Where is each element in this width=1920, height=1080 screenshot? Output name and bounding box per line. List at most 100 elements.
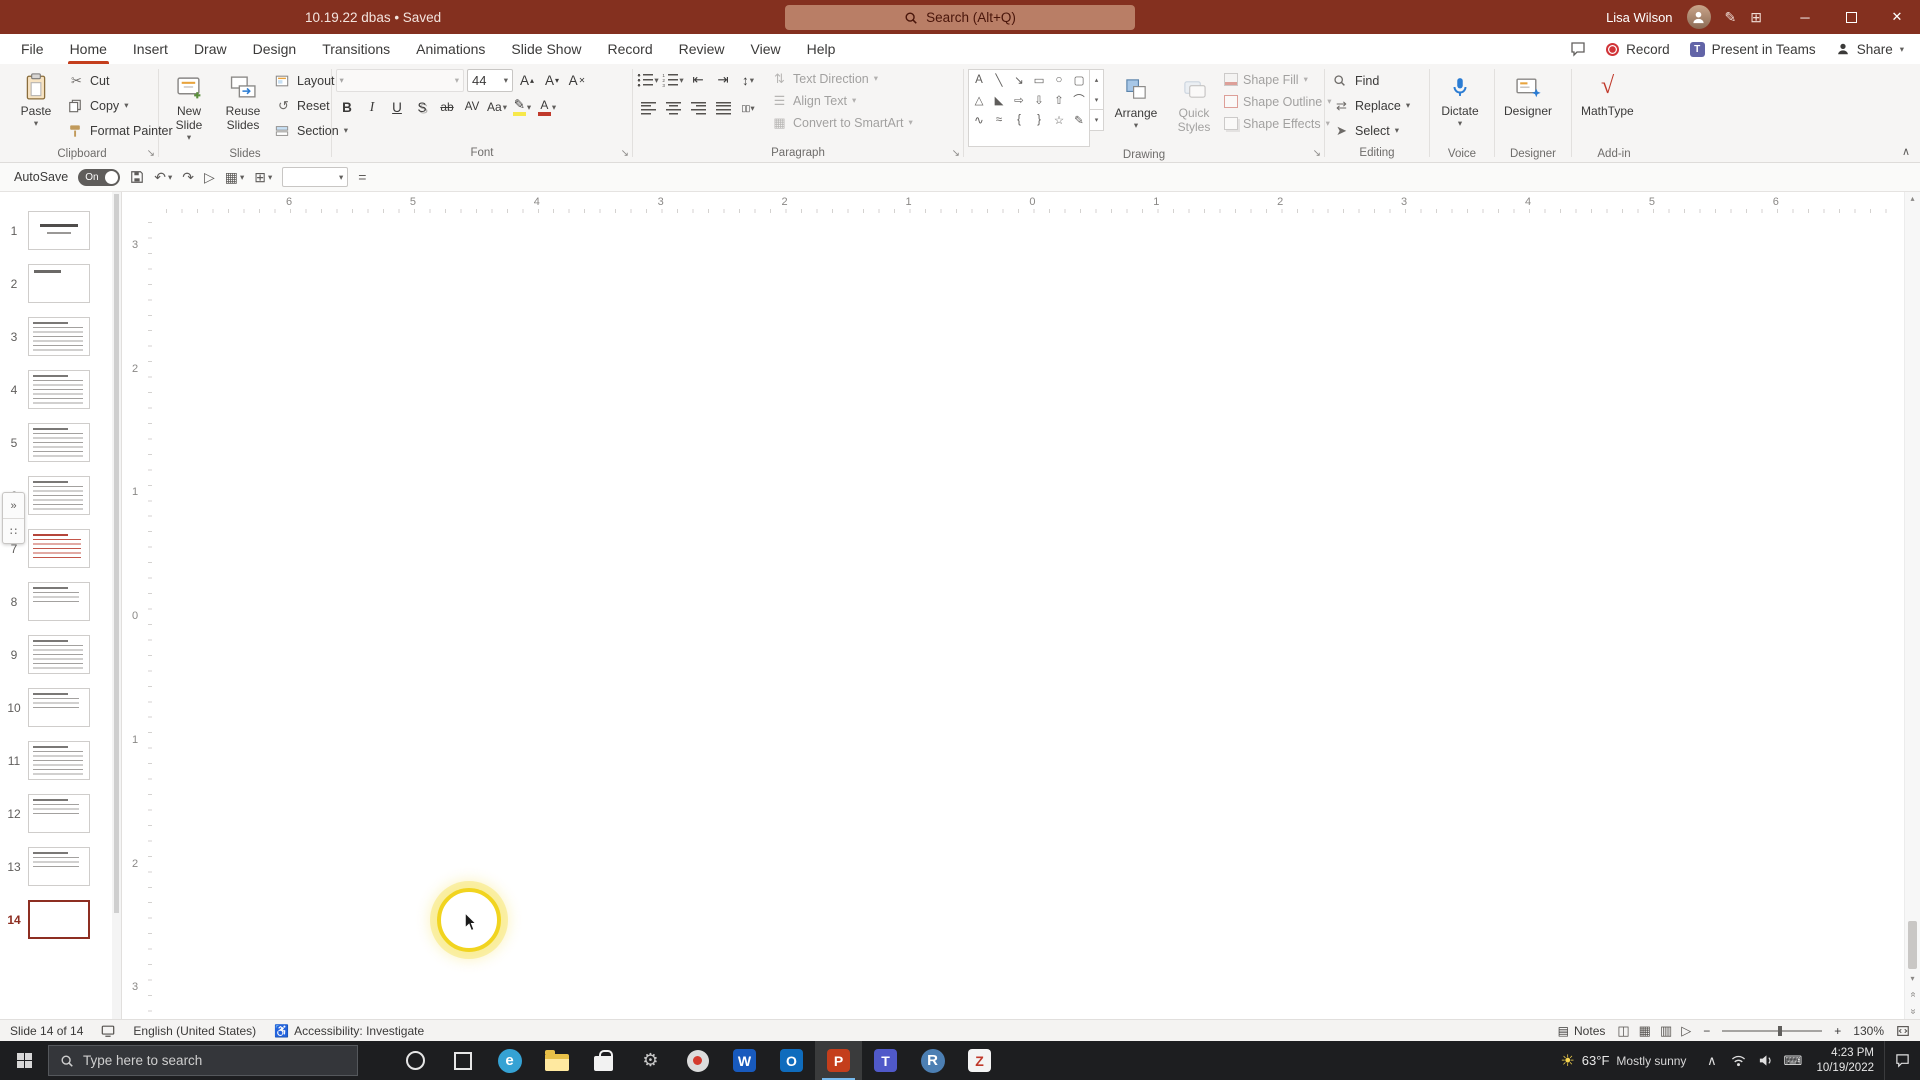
slide-thumbnail[interactable] [28,900,90,939]
slide-thumbnail[interactable] [28,582,90,621]
shape-icon[interactable]: ◣ [989,90,1009,110]
tab-design[interactable]: Design [240,34,310,64]
taskbar-settings[interactable]: ⚙ [627,1041,674,1080]
taskbar-screen-recorder[interactable] [674,1041,721,1080]
slide-thumbnail-row[interactable]: 9 [0,628,121,681]
zoom-slider[interactable] [1722,1025,1823,1036]
tab-transitions[interactable]: Transitions [309,34,403,64]
dialog-launcher-icon[interactable]: ↘ [1313,148,1321,159]
close-button[interactable]: ✕ [1874,0,1920,34]
gallery-down-icon[interactable]: ▾ [1090,90,1103,110]
volume-icon[interactable] [1752,1041,1779,1080]
next-slide-icon[interactable]: « [1907,1009,1918,1015]
maximize-button[interactable] [1828,0,1874,34]
bold-button[interactable]: B [336,96,358,118]
shape-icon[interactable]: ↘ [1009,70,1029,90]
line-spacing-button[interactable]: ↕ ▾ [737,69,759,91]
convert-to-smartart-button[interactable]: ▦ Convert to SmartArt ▾ [771,113,912,132]
zoom-in-icon[interactable]: + [1834,1024,1841,1038]
shape-icon[interactable]: ○ [1049,70,1069,90]
change-case-button[interactable]: Aa ▾ [486,96,508,118]
slide-thumbnail-row[interactable]: 11 [0,734,121,787]
collapse-ribbon-icon[interactable]: ∧ [1902,145,1910,158]
shape-outline-button[interactable]: Shape Outline ▾ [1224,92,1332,111]
record-button[interactable]: Record [1606,42,1670,57]
shape-effects-button[interactable]: Shape Effects ▾ [1224,114,1332,133]
slide-thumbnail[interactable] [28,847,90,886]
paste-button[interactable]: Paste ▾ [10,67,62,145]
floating-toolbar[interactable]: » ∷ [2,492,25,544]
notification-center-icon[interactable] [1884,1041,1920,1080]
increase-indent-button[interactable]: ⇥ [712,69,734,91]
shape-icon[interactable]: ▢ [1069,70,1089,90]
weather-widget[interactable]: ☀ 63°F Mostly sunny [1548,1041,1698,1080]
shape-icon[interactable]: ✎ [1069,110,1089,130]
slide-sorter-icon[interactable]: ▦ [1639,1023,1651,1039]
gridlines-button[interactable]: ▦ ▾ [225,169,245,186]
decrease-indent-button[interactable]: ⇤ [687,69,709,91]
tab-file[interactable]: File [8,34,57,64]
start-button[interactable] [0,1041,48,1080]
slide-thumbnail-row[interactable]: 4 [0,363,121,416]
language-indicator[interactable]: English (United States) [133,1024,256,1038]
slide-thumbnail-row[interactable]: 13 [0,840,121,893]
insert-table-button[interactable]: ⊞ ▾ [254,169,272,186]
slide-thumbnail-row[interactable]: 12 [0,787,121,840]
dialog-launcher-icon[interactable]: ↘ [952,148,960,159]
shape-fill-button[interactable]: Shape Fill ▾ [1224,70,1332,89]
replace-button[interactable]: ⇄ Replace ▾ [1329,93,1414,118]
notes-button[interactable]: ▤ Notes [1558,1024,1606,1038]
shape-icon[interactable]: ⇩ [1029,90,1049,110]
scrollbar-thumb[interactable] [114,194,119,914]
slide-thumbnail-row[interactable]: 1 [0,204,121,257]
slide-thumbnail[interactable] [28,529,90,568]
start-from-beginning-button[interactable]: ▷ [204,169,215,186]
tab-insert[interactable]: Insert [120,34,181,64]
text-highlight-button[interactable]: ✎ ▾ [511,96,533,118]
new-slide-button[interactable]: New Slide ▾ [163,67,215,145]
shape-icon[interactable]: ⇨ [1009,90,1029,110]
slide-thumbnail-row[interactable]: 5 [0,416,121,469]
scroll-up-icon[interactable]: ▴ [1910,194,1914,203]
taskbar-teams[interactable]: T [862,1041,909,1080]
character-spacing-button[interactable]: AV [461,96,483,118]
present-in-teams-button[interactable]: T Present in Teams [1689,41,1816,57]
bullets-button[interactable]: ▾ [637,69,659,91]
scroll-down-icon[interactable]: ▾ [1910,974,1914,983]
columns-button[interactable]: ▯▯ ▾ [737,97,759,119]
shape-icon[interactable]: A [969,70,989,90]
thumbnail-scrollbar[interactable] [112,192,121,1019]
font-name-combo[interactable]: ▾ [336,69,464,92]
vertical-scrollbar[interactable]: ▴ ▾ « « [1904,192,1920,1019]
shape-icon[interactable]: } [1029,110,1049,130]
shape-icon[interactable]: ☆ [1049,110,1069,130]
shape-icon[interactable]: ╲ [989,70,1009,90]
align-text-button[interactable]: ☰ Align Text ▾ [771,91,913,110]
normal-view-icon[interactable]: ◫ [1617,1023,1629,1039]
save-button[interactable] [130,170,144,184]
editing-mode-icon[interactable]: ✎ [1725,9,1737,26]
slide-thumbnail[interactable] [28,635,90,674]
avatar[interactable] [1686,5,1711,29]
zoom-slider-thumb[interactable] [1778,1025,1783,1036]
designer-button[interactable]: Designer [1499,67,1557,145]
font-color-button[interactable]: A ▾ [536,96,558,118]
decrease-font-size-button[interactable]: A ▾ [541,70,563,92]
tab-home[interactable]: Home [57,34,120,64]
tab-help[interactable]: Help [794,34,849,64]
tab-view[interactable]: View [738,34,794,64]
clear-formatting-button[interactable]: A ✕ [566,70,588,92]
search-box[interactable]: Search (Alt+Q) [785,5,1135,30]
zoom-out-icon[interactable]: − [1703,1024,1710,1038]
dialog-launcher-icon[interactable]: ↘ [147,148,155,159]
align-center-button[interactable] [662,97,684,119]
shape-icon[interactable]: △ [969,90,989,110]
underline-button[interactable]: U [386,96,408,118]
strikethrough-button[interactable]: ab [436,96,458,118]
tab-draw[interactable]: Draw [181,34,240,64]
slide-thumbnail[interactable] [28,794,90,833]
taskbar-file-explorer[interactable] [533,1041,580,1080]
italic-button[interactable]: I [361,96,383,118]
taskbar-edge[interactable]: e [486,1041,533,1080]
tab-animations[interactable]: Animations [403,34,498,64]
